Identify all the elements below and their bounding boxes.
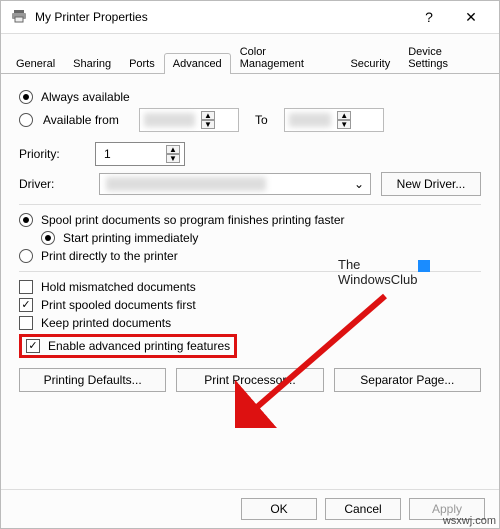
spinner-icon[interactable]: ▲▼: [201, 111, 215, 129]
new-driver-button[interactable]: New Driver...: [381, 172, 481, 196]
radio-label: Print directly to the printer: [41, 249, 178, 263]
priority-label: Priority:: [19, 147, 89, 161]
radio-indicator: [19, 213, 33, 227]
time-from-input[interactable]: ██████ ▲▼: [139, 108, 239, 132]
tab-content-advanced: Always available Available from ██████ ▲…: [1, 74, 499, 489]
checkbox-indicator: [19, 316, 33, 330]
tab-device-settings[interactable]: Device Settings: [399, 41, 493, 74]
ok-button[interactable]: OK: [241, 498, 317, 520]
check-keep-printed[interactable]: Keep printed documents: [19, 316, 481, 330]
driver-combo[interactable]: ████████████████ ⌄: [99, 173, 371, 195]
apply-button[interactable]: Apply: [409, 498, 485, 520]
checkbox-label: Enable advanced printing features: [48, 339, 230, 353]
tab-general[interactable]: General: [7, 53, 64, 74]
radio-label: Start printing immediately: [63, 231, 198, 245]
checkbox-label: Keep printed documents: [41, 316, 171, 330]
separator-page-button[interactable]: Separator Page...: [334, 368, 481, 392]
tab-sharing[interactable]: Sharing: [64, 53, 120, 74]
priority-value: 1: [104, 147, 111, 161]
driver-label: Driver:: [19, 177, 89, 191]
radio-label: Spool print documents so program finishe…: [41, 213, 345, 227]
tab-advanced[interactable]: Advanced: [164, 53, 231, 74]
print-processor-button[interactable]: Print Processor...: [176, 368, 323, 392]
to-label: To: [255, 113, 268, 127]
checkbox-indicator: [26, 339, 40, 353]
time-to-input[interactable]: █████ ▲▼: [284, 108, 384, 132]
radio-indicator: [19, 90, 33, 104]
checkbox-indicator: [19, 298, 33, 312]
window-title: My Printer Properties: [35, 10, 148, 24]
highlighted-option: Enable advanced printing features: [19, 334, 237, 358]
check-print-spooled-first[interactable]: Print spooled documents first: [19, 298, 481, 312]
radio-always-available[interactable]: Always available: [19, 90, 481, 104]
printer-properties-window: My Printer Properties ? ✕ General Sharin…: [0, 0, 500, 529]
radio-indicator: [41, 231, 55, 245]
spinner-icon[interactable]: ▲▼: [337, 111, 351, 129]
checkbox-label: Print spooled documents first: [41, 298, 196, 312]
priority-input[interactable]: 1 ▲▼: [95, 142, 185, 166]
tab-color-management[interactable]: Color Management: [231, 41, 342, 74]
radio-label: Available from: [43, 113, 129, 127]
help-button[interactable]: ?: [409, 7, 449, 27]
radio-indicator: [19, 113, 33, 127]
radio-print-direct[interactable]: Print directly to the printer: [19, 249, 481, 263]
radio-available-from[interactable]: Available from ██████ ▲▼ To █████ ▲▼: [19, 108, 481, 132]
check-enable-advanced[interactable]: Enable advanced printing features: [26, 339, 230, 353]
check-hold-mismatched[interactable]: Hold mismatched documents: [19, 280, 481, 294]
spinner-icon[interactable]: ▲▼: [166, 145, 180, 163]
tab-strip: General Sharing Ports Advanced Color Man…: [1, 34, 499, 74]
close-button[interactable]: ✕: [451, 7, 491, 27]
divider: [19, 271, 481, 272]
dialog-footer: OK Cancel Apply: [1, 489, 499, 528]
tab-security[interactable]: Security: [341, 53, 399, 74]
printer-icon: [11, 8, 27, 27]
radio-start-immediately[interactable]: Start printing immediately: [41, 231, 481, 245]
radio-indicator: [19, 249, 33, 263]
cancel-button[interactable]: Cancel: [325, 498, 401, 520]
radio-spool[interactable]: Spool print documents so program finishe…: [19, 213, 481, 227]
tab-ports[interactable]: Ports: [120, 53, 164, 74]
radio-label: Always available: [41, 90, 130, 104]
checkbox-label: Hold mismatched documents: [41, 280, 196, 294]
divider: [19, 204, 481, 205]
printing-defaults-button[interactable]: Printing Defaults...: [19, 368, 166, 392]
chevron-down-icon: ⌄: [354, 177, 364, 191]
checkbox-indicator: [19, 280, 33, 294]
titlebar: My Printer Properties ? ✕: [1, 1, 499, 34]
